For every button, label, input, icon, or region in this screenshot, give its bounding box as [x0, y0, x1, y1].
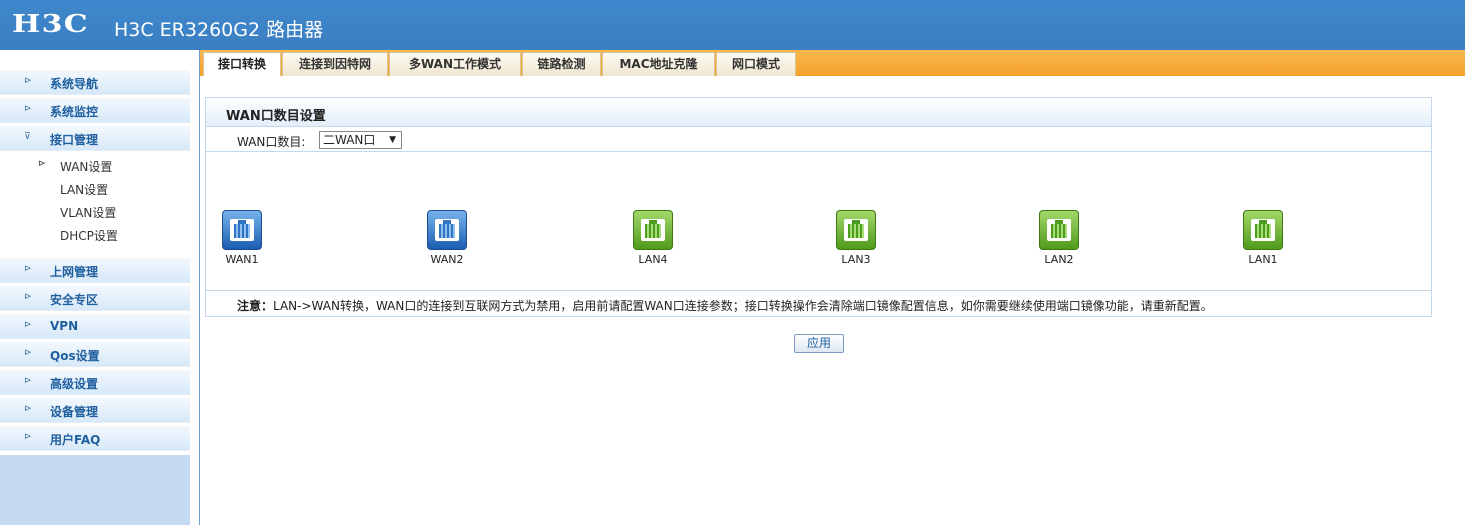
wan-count-select[interactable]: 二WAN口 ▼ — [319, 131, 402, 149]
sidebar-subitem-vlan[interactable]: VLAN设置 — [0, 200, 190, 222]
port-lan1: LAN1 — [1238, 210, 1288, 270]
chevron-right-icon: ⊳ — [24, 292, 32, 302]
chevron-down-icon: ⊽ — [24, 132, 31, 142]
wan-count-label: WAN口数目: — [237, 135, 306, 149]
sidebar-item-label: 接口管理 — [50, 133, 99, 147]
chevron-right-icon: ⊳ — [24, 104, 32, 114]
sidebar-item-vpn[interactable]: ⊳ VPN — [0, 314, 190, 339]
sidebar-item-interface-management[interactable]: ⊽ 接口管理 — [0, 126, 190, 151]
sidebar-filler — [0, 455, 190, 525]
chevron-right-icon: ⊳ — [24, 264, 32, 274]
sidebar-subitem-label: WAN设置 — [60, 160, 113, 174]
tab-connect-internet[interactable]: 连接到因特网 — [282, 52, 388, 76]
wan-count-value: 二WAN口 — [323, 133, 376, 147]
sidebar-item-label: 高级设置 — [50, 377, 99, 391]
chevron-down-icon: ▼ — [389, 135, 396, 145]
chevron-right-icon: ⊳ — [38, 159, 46, 169]
sidebar: ⊳ 系统导航 ⊳ 系统监控 ⊽ 接口管理 ⊳ WAN设置 LAN设置 VLAN设… — [0, 50, 200, 525]
sidebar-item-label: 系统监控 — [50, 105, 99, 119]
panel-header: WAN口数目设置 — [206, 98, 1431, 127]
sidebar-divider — [199, 50, 200, 525]
sidebar-item-system-monitor[interactable]: ⊳ 系统监控 — [0, 98, 190, 123]
sidebar-item-label: 系统导航 — [50, 77, 99, 91]
sidebar-subitem-label: DHCP设置 — [60, 229, 118, 243]
port-wan1: WAN1 — [217, 210, 267, 270]
sidebar-item-label: VPN — [50, 319, 79, 333]
sidebar-subitem-label: LAN设置 — [60, 183, 109, 197]
app-title: H3C ER3260G2 路由器 — [114, 19, 324, 41]
sidebar-item-qos[interactable]: ⊳ Qos设置 — [0, 342, 190, 367]
sidebar-item-user-faq[interactable]: ⊳ 用户FAQ — [0, 426, 190, 451]
port-lan3: LAN3 — [831, 210, 881, 270]
sidebar-item-system-nav[interactable]: ⊳ 系统导航 — [0, 70, 190, 95]
h3c-logo: H3C — [12, 9, 89, 38]
tab-bar: 接口转换 连接到因特网 多WAN工作模式 链路检测 MAC地址克隆 网口模式 — [200, 50, 1465, 76]
ethernet-port-icon — [633, 210, 673, 250]
note-body: LAN->WAN转换，WAN口的连接到互联网方式为禁用，启用前请配置WAN口连接… — [273, 299, 1213, 313]
sidebar-item-advanced[interactable]: ⊳ 高级设置 — [0, 370, 190, 395]
ethernet-port-icon — [1039, 210, 1079, 250]
sidebar-subitem-wan[interactable]: ⊳ WAN设置 — [0, 154, 190, 176]
port-label: LAN4 — [638, 253, 668, 266]
port-label: WAN2 — [430, 253, 464, 266]
sidebar-item-device-management[interactable]: ⊳ 设备管理 — [0, 398, 190, 423]
port-lan4: LAN4 — [628, 210, 678, 270]
chevron-right-icon: ⊳ — [24, 348, 32, 358]
app-header: H3C H3C ER3260G2 路由器 — [0, 0, 1465, 50]
chevron-right-icon: ⊳ — [24, 76, 32, 86]
note-row: 注意：LAN->WAN转换，WAN口的连接到互联网方式为禁用，启用前请配置WAN… — [206, 290, 1431, 316]
tab-mac-clone[interactable]: MAC地址克隆 — [602, 52, 715, 76]
sidebar-item-label: 上网管理 — [50, 265, 99, 279]
port-label: LAN2 — [1044, 253, 1074, 266]
sidebar-subitem-dhcp[interactable]: DHCP设置 — [0, 223, 190, 245]
panel-title: WAN口数目设置 — [226, 109, 326, 124]
wan-count-row: WAN口数目: 二WAN口 ▼ — [206, 128, 1431, 152]
tab-interface-conversion[interactable]: 接口转换 — [203, 52, 281, 76]
wan-count-panel: WAN口数目设置 WAN口数目: 二WAN口 ▼ WAN1 WAN2 LAN4 … — [205, 97, 1432, 317]
ethernet-port-icon — [836, 210, 876, 250]
chevron-right-icon: ⊳ — [24, 432, 32, 442]
sidebar-item-label: Qos设置 — [50, 349, 100, 363]
chevron-right-icon: ⊳ — [24, 376, 32, 386]
chevron-right-icon: ⊳ — [24, 320, 32, 330]
sidebar-subitem-lan[interactable]: LAN设置 — [0, 177, 190, 199]
chevron-right-icon: ⊳ — [24, 404, 32, 414]
port-label: LAN1 — [1248, 253, 1278, 266]
note-text: 注意：LAN->WAN转换，WAN口的连接到互联网方式为禁用，启用前请配置WAN… — [237, 297, 1213, 314]
tab-port-mode[interactable]: 网口模式 — [716, 52, 796, 76]
sidebar-item-label: 用户FAQ — [50, 433, 101, 447]
port-label: WAN1 — [225, 253, 259, 266]
tab-multi-wan-mode[interactable]: 多WAN工作模式 — [389, 52, 521, 76]
ethernet-port-icon — [222, 210, 262, 250]
port-wan2: WAN2 — [422, 210, 472, 270]
sidebar-item-security[interactable]: ⊳ 安全专区 — [0, 286, 190, 311]
ethernet-port-icon — [427, 210, 467, 250]
ethernet-port-icon — [1243, 210, 1283, 250]
port-label: LAN3 — [841, 253, 871, 266]
sidebar-item-label: 安全专区 — [50, 293, 99, 307]
apply-button[interactable]: 应用 — [794, 334, 844, 353]
tab-link-detection[interactable]: 链路检测 — [522, 52, 601, 76]
note-prefix: 注意： — [237, 299, 274, 313]
port-lan2: LAN2 — [1034, 210, 1084, 270]
sidebar-subitem-label: VLAN设置 — [60, 206, 117, 220]
sidebar-item-internet-management[interactable]: ⊳ 上网管理 — [0, 258, 190, 283]
sidebar-item-label: 设备管理 — [50, 405, 99, 419]
